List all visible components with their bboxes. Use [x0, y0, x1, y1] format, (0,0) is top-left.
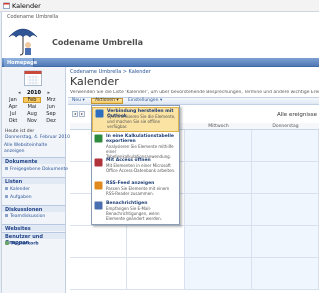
tab-homepage[interactable]: Homepage: [4, 58, 37, 67]
settings-label[interactable]: Einstellungen: [128, 98, 159, 103]
calendar-day-cell[interactable]: [252, 226, 319, 258]
actions-menu-item[interactable]: Verbindung herstellen mit Outlook Synchro…: [92, 107, 179, 132]
site-title: Codename Umbrella: [52, 38, 143, 47]
actions-label[interactable]: Aktionen: [95, 98, 115, 103]
settings-menu-button[interactable]: Einstellungen ▾: [128, 98, 162, 104]
month-sep[interactable]: Sep: [42, 111, 60, 117]
actions-menu-item-title[interactable]: In eine Kalkulationstabelle exportieren: [106, 134, 178, 144]
calendar-day-cell[interactable]: [70, 258, 127, 290]
month-jan[interactable]: Jan: [4, 97, 22, 103]
calendar-nav-arrows: ◂ ▸: [72, 111, 86, 117]
today-label: Heute ist der Donnerstag, 4. Februar 201…: [5, 129, 70, 141]
calendar-day-cell[interactable]: [185, 258, 252, 290]
nav-heading-sites[interactable]: Websites: [2, 224, 65, 232]
nav-item-label[interactable]: Teamdiskussion: [10, 214, 45, 219]
page-title: Kalender: [70, 75, 119, 88]
month-jul[interactable]: Jul: [4, 111, 22, 117]
nav-heading-lists[interactable]: Listen: [2, 177, 65, 185]
year-label: 2010: [27, 90, 41, 96]
window-title-bar: Kalender: [0, 0, 319, 12]
year-row: ◂ 2010 ▸: [4, 89, 64, 96]
bullet-icon: [5, 167, 8, 170]
nav-heading-people-groups[interactable]: Benutzer und Gruppen: [2, 232, 65, 246]
month-aug[interactable]: Aug: [23, 111, 41, 117]
actions-dropdown-menu: Verbindung herstellen mit Outlook Synchro…: [91, 105, 180, 225]
chevron-down-icon: ▾: [159, 98, 163, 103]
all-site-content-line1[interactable]: Alle Websiteinhalte: [4, 143, 47, 149]
today-date[interactable]: Donnerstag, 4. Februar 2010: [5, 135, 70, 141]
nav-item-label[interactable]: Papierkorb: [11, 242, 39, 247]
new-label[interactable]: Neu: [72, 98, 81, 103]
actions-menu-item-description: Mit Elementen in einer Microsoft Office …: [106, 163, 176, 173]
nav-item-shared-documents[interactable]: Freigegebene Dokumente: [5, 167, 68, 172]
month-dez[interactable]: Dez: [42, 118, 60, 124]
nav-item-team-discussion[interactable]: Teamdiskussion: [5, 214, 45, 219]
nav-item-label[interactable]: Freigegebene Dokumente: [10, 167, 68, 172]
chevron-down-icon: ▾: [116, 98, 119, 103]
day-header-wednesday: Mittwoch: [185, 123, 252, 130]
all-site-content-line2[interactable]: anzeigen: [4, 149, 47, 155]
calendar-day-cell[interactable]: [127, 258, 185, 290]
chevron-down-icon: ▾: [82, 98, 85, 103]
umbrella-logo: [8, 28, 38, 56]
calendar-day-cell[interactable]: [252, 194, 319, 226]
day-header-thursday: Donnerstag: [252, 123, 319, 130]
recycle-bin-icon: [5, 241, 9, 245]
mini-calendar: ◂ 2010 ▸ Jan Feb Mrz Apr Mai Jun Jul Aug Sep Okt N…: [4, 89, 64, 124]
actions-menu-item[interactable]: Mit Access öffnen Mit Elementen in einer …: [92, 157, 179, 179]
all-events-link[interactable]: Alle ereignisse: [277, 112, 317, 118]
prev-period-icon[interactable]: ◂: [72, 111, 78, 117]
calendar-day-cell[interactable]: [185, 194, 252, 226]
spreadsheet-icon: [94, 134, 103, 143]
all-site-content-link[interactable]: Alle Websiteinhalte anzeigen: [4, 143, 47, 154]
access-icon: [94, 158, 103, 167]
calendar-day-cell[interactable]: [252, 162, 319, 194]
month-okt[interactable]: Okt: [4, 118, 22, 124]
bullet-icon: [5, 195, 8, 198]
calendar-day-cell[interactable]: [252, 258, 319, 290]
next-year-icon[interactable]: ▸: [47, 90, 50, 96]
nav-heading-documents[interactable]: Dokumente: [2, 157, 65, 165]
page-description: Verwenden Sie die Liste 'Kalender', um ü…: [70, 90, 319, 95]
nav-item-label[interactable]: Kalender: [10, 187, 30, 192]
month-feb[interactable]: Feb: [23, 97, 41, 103]
actions-menu-button[interactable]: Aktionen ▾: [91, 98, 123, 104]
next-period-icon[interactable]: ▸: [79, 111, 85, 117]
calendar-app-icon: [3, 2, 10, 9]
month-grid: Jan Feb Mrz Apr Mai Jun Jul Aug Sep Okt Nov Dez: [4, 97, 64, 124]
nav-item-calendar[interactable]: Kalender: [5, 187, 30, 192]
month-mai[interactable]: Mai: [23, 104, 41, 110]
bullet-icon: [5, 214, 8, 217]
new-menu-button[interactable]: Neu ▾: [72, 98, 85, 104]
actions-menu-item-description: Synchronisieren Sie die Elemente, und ma…: [107, 114, 176, 129]
actions-menu-item[interactable]: In eine Kalkulationstabelle exportieren A…: [92, 133, 179, 159]
month-apr[interactable]: Apr: [4, 104, 22, 110]
nav-item-label[interactable]: Aufgaben: [10, 195, 32, 200]
month-jun[interactable]: Jun: [42, 104, 60, 110]
calendar-icon: [24, 70, 42, 86]
bullet-icon: [5, 187, 8, 190]
calendar-day-cell[interactable]: [185, 130, 252, 162]
nav-item-tasks[interactable]: Aufgaben: [5, 195, 32, 200]
actions-menu-item[interactable]: RSS-Feed anzeigen Passen Sie Elemente mit…: [92, 180, 179, 199]
actions-menu-item-description: Passen Sie Elemente mit einem RSS-Reader…: [106, 186, 170, 196]
calendar-day-cell[interactable]: [185, 162, 252, 194]
calendar-day-cell[interactable]: [127, 226, 185, 258]
nav-item-recycle-bin[interactable]: Papierkorb: [5, 241, 39, 247]
actions-menu-item[interactable]: Benachrichtigen Empfangen Sie E-Mail-Bena…: [92, 200, 179, 224]
month-nov[interactable]: Nov: [23, 118, 41, 124]
calendar-day-cell[interactable]: [185, 226, 252, 258]
calendar-day-cell[interactable]: [70, 226, 127, 258]
rss-icon: [94, 181, 103, 190]
outlook-icon: [95, 109, 104, 118]
top-navigation-bar: [2, 58, 319, 67]
calendar-day-cell[interactable]: [252, 130, 319, 162]
actions-menu-item-description: Empfangen Sie E-Mail-Benachrichtigungen,…: [106, 206, 162, 221]
window-title: Kalender: [12, 2, 41, 10]
nav-heading-discussions[interactable]: Diskussionen: [2, 205, 65, 213]
month-mrz[interactable]: Mrz: [42, 97, 60, 103]
alert-icon: [94, 201, 103, 210]
